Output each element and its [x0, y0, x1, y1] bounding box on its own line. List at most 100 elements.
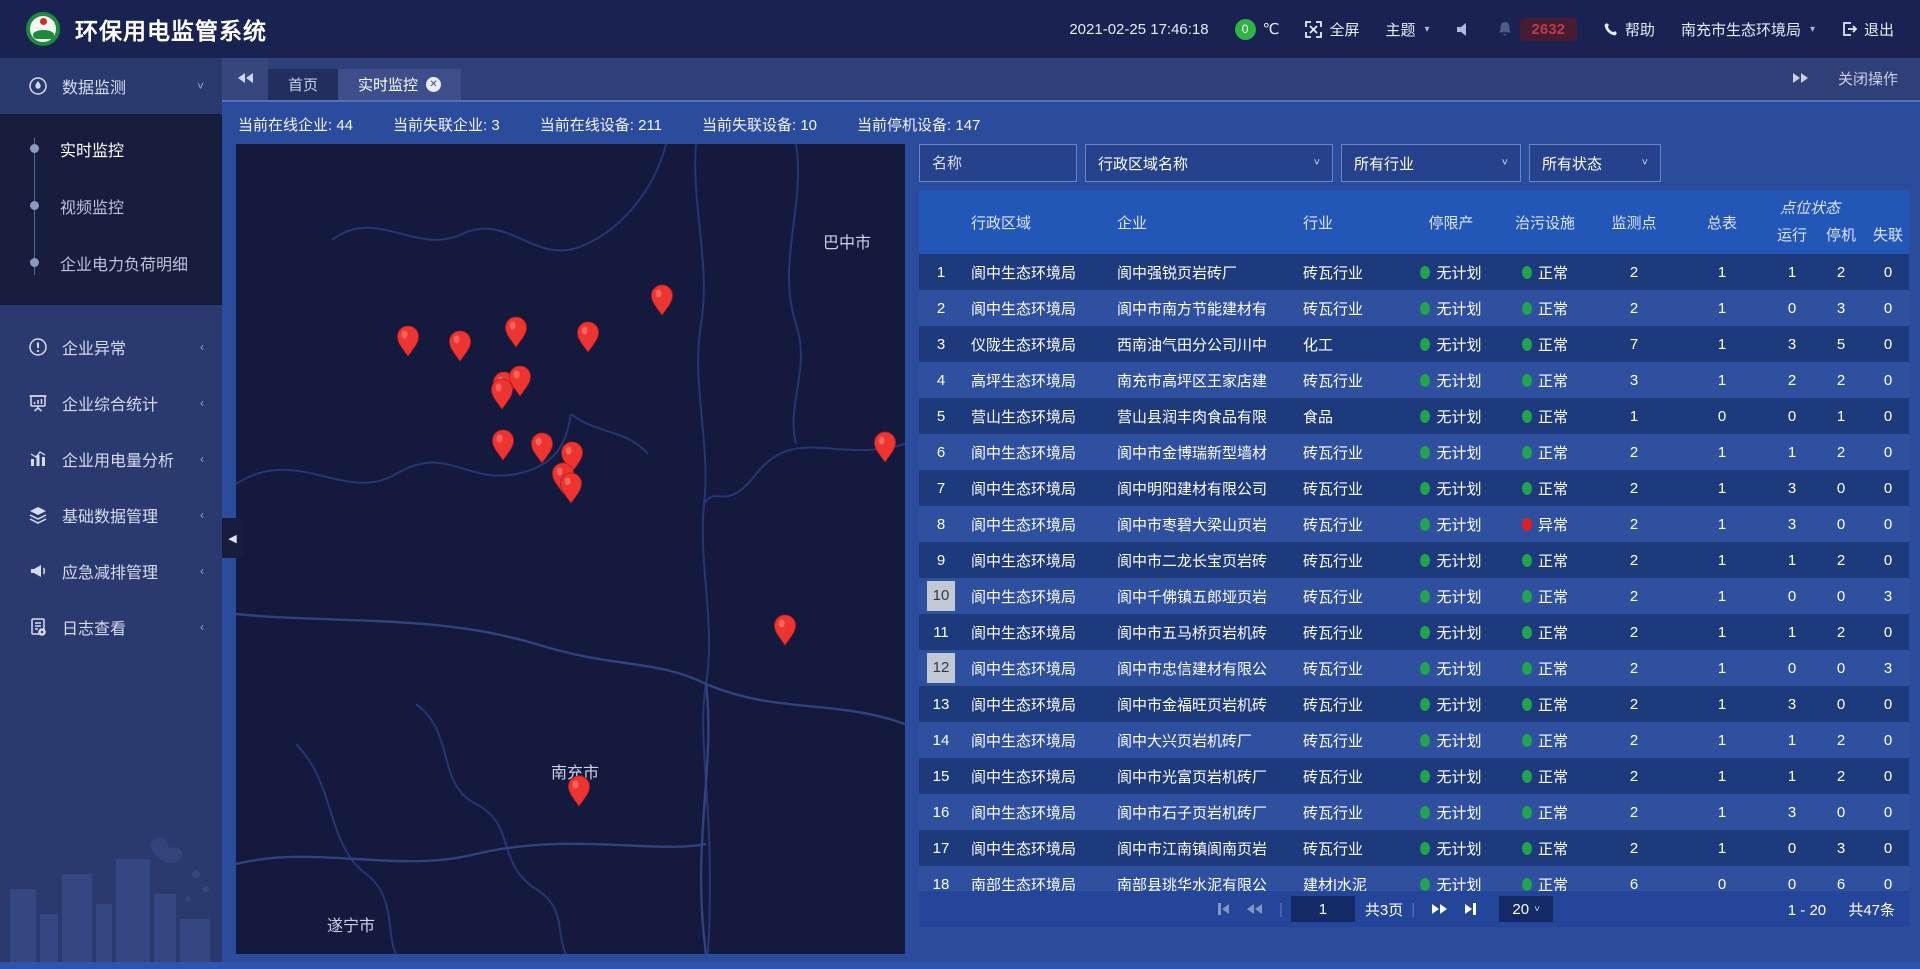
cell-lost: 0: [1865, 614, 1909, 650]
table-row[interactable]: 10阆中生态环境局阆中千佛镇五郎垭页岩砖瓦行业无计划正常21003: [919, 578, 1909, 614]
cell-region: 营山生态环境局: [963, 398, 1109, 434]
industry-filter-select[interactable]: 所有行业˅: [1341, 144, 1521, 182]
cell-stop-production: 无计划: [1403, 434, 1499, 470]
status-filter-select[interactable]: 所有状态˅: [1529, 144, 1661, 182]
sidebar-item-power-load-detail[interactable]: 企业电力负荷明细: [0, 234, 222, 291]
sidebar-item-video-monitoring[interactable]: 视频监控: [0, 177, 222, 234]
cell-pollution-facility: 正常: [1499, 830, 1591, 866]
region-filter-select[interactable]: 行政区域名称˅: [1085, 144, 1333, 182]
sidebar-item-base-data[interactable]: 基础数据管理 ‹: [0, 487, 222, 543]
cell-company: 阆中市石子页岩机砖厂: [1109, 794, 1295, 830]
cell-monitor-points: 7: [1591, 326, 1677, 362]
prev-page-button[interactable]: [1247, 904, 1262, 914]
last-page-button[interactable]: [1465, 903, 1476, 915]
sidebar-item-enterprise-statistics[interactable]: 企业综合统计 ‹: [0, 375, 222, 431]
cell-lost: 0: [1865, 434, 1909, 470]
fullscreen-button[interactable]: 全屏: [1305, 19, 1359, 40]
cell-monitor-points: 2: [1591, 794, 1677, 830]
cell-running: 3: [1767, 686, 1817, 722]
cell-pollution-facility: 正常: [1499, 722, 1591, 758]
map-panel[interactable]: 巴中市南充市遂宁市: [236, 144, 905, 954]
sidebar-item-data-monitoring[interactable]: 数据监测 ˅: [0, 58, 222, 114]
sidebar-item-realtime-monitoring[interactable]: 实时监控: [0, 120, 222, 177]
col-industry: 行业: [1295, 190, 1403, 254]
table-row[interactable]: 18南部生态环境局南部县珧华水泥有限公建材|水泥无计划正常60060: [919, 866, 1909, 891]
cell-stopped: 2: [1817, 434, 1865, 470]
cell-lost: 0: [1865, 866, 1909, 891]
cell-index: 12: [919, 650, 963, 686]
page-size-select[interactable]: 20˅: [1499, 896, 1553, 922]
cell-total-meter: 0: [1677, 866, 1767, 891]
table-row[interactable]: 17阆中生态环境局阆中市江南镇阆南页岩砖瓦行业无计划正常21030: [919, 830, 1909, 866]
table-row[interactable]: 5营山生态环境局营山县润丰肉食品有限食品无计划正常10010: [919, 398, 1909, 434]
table-row[interactable]: 13阆中生态环境局阆中市金福旺页岩机砖砖瓦行业无计划正常21300: [919, 686, 1909, 722]
name-filter-input[interactable]: [919, 144, 1077, 182]
status-dot: [1522, 338, 1532, 351]
sidebar-collapse-handle[interactable]: ◀: [222, 518, 243, 558]
sidebar-item-power-analysis[interactable]: 企业用电量分析 ‹: [0, 431, 222, 487]
cell-stop-production: 无计划: [1403, 542, 1499, 578]
tab-close-icon[interactable]: ✕: [426, 77, 441, 92]
stat-offline-devices: 当前失联设备: 10: [702, 114, 817, 135]
cell-pollution-facility: 正常: [1499, 254, 1591, 290]
first-page-button[interactable]: [1218, 903, 1229, 915]
notification-count-badge: 2632: [1520, 18, 1577, 41]
table-row[interactable]: 12阆中生态环境局阆中市忠信建材有限公砖瓦行业无计划正常21003: [919, 650, 1909, 686]
cell-running: 3: [1767, 794, 1817, 830]
cell-total-meter: 1: [1677, 830, 1767, 866]
cell-company: 西南油气田分公司川中: [1109, 326, 1295, 362]
logout-button[interactable]: 退出: [1841, 19, 1894, 40]
cell-running: 1: [1767, 614, 1817, 650]
map-city-label: 遂宁市: [327, 917, 375, 935]
table-row[interactable]: 4高坪生态环境局南充市高坪区王家店建砖瓦行业无计划正常31220: [919, 362, 1909, 398]
table-row[interactable]: 15阆中生态环境局阆中市光富页岩机砖厂砖瓦行业无计划正常21120: [919, 758, 1909, 794]
notifications[interactable]: 2632: [1497, 18, 1577, 41]
cell-lost: 0: [1865, 506, 1909, 542]
cell-running: 0: [1767, 650, 1817, 686]
cell-region: 阆中生态环境局: [963, 830, 1109, 866]
chevron-down-icon: ˅: [1502, 157, 1508, 169]
cell-stopped: 2: [1817, 362, 1865, 398]
sidebar-item-log-view[interactable]: 日志查看 ‹: [0, 599, 222, 655]
cell-running: 3: [1767, 326, 1817, 362]
help-button[interactable]: 帮助: [1603, 19, 1655, 40]
status-dot: [1420, 338, 1430, 351]
cell-running: 0: [1767, 290, 1817, 326]
table-row[interactable]: 3仪陇生态环境局西南油气田分公司川中化工无计划正常71350: [919, 326, 1909, 362]
table-row[interactable]: 1阆中生态环境局阆中强锐页岩砖厂砖瓦行业无计划正常21120: [919, 254, 1909, 290]
table-row[interactable]: 9阆中生态环境局阆中市二龙长宝页岩砖砖瓦行业无计划正常21120: [919, 542, 1909, 578]
status-dot: [1420, 734, 1430, 747]
tab-home[interactable]: 首页: [268, 69, 338, 100]
tab-realtime-monitoring[interactable]: 实时监控 ✕: [338, 69, 461, 100]
cell-stopped: 0: [1817, 506, 1865, 542]
table-row[interactable]: 2阆中生态环境局阆中市南方节能建材有砖瓦行业无计划正常21030: [919, 290, 1909, 326]
cell-stopped: 0: [1817, 650, 1865, 686]
mute-button[interactable]: [1456, 22, 1471, 37]
table-row[interactable]: 7阆中生态环境局阆中明阳建材有限公司砖瓦行业无计划正常21300: [919, 470, 1909, 506]
table-row[interactable]: 6阆中生态环境局阆中市金博瑞新型墙材砖瓦行业无计划正常21120: [919, 434, 1909, 470]
sidebar-item-enterprise-abnormal[interactable]: 企业异常 ‹: [0, 319, 222, 375]
sidebar-item-emergency-reduction[interactable]: 应急减排管理 ‹: [0, 543, 222, 599]
page-number-input[interactable]: [1291, 896, 1355, 922]
org-dropdown[interactable]: 南充市生态环境局▾: [1681, 19, 1815, 40]
table-row[interactable]: 8阆中生态环境局阆中市枣碧大梁山页岩砖瓦行业无计划异常21300: [919, 506, 1909, 542]
chevron-down-icon: ˅: [1642, 157, 1648, 169]
table-row[interactable]: 16阆中生态环境局阆中市石子页岩机砖厂砖瓦行业无计划正常21300: [919, 794, 1909, 830]
cell-industry: 砖瓦行业: [1295, 290, 1403, 326]
cell-stop-production: 无计划: [1403, 326, 1499, 362]
theme-dropdown[interactable]: 主题▾: [1386, 19, 1430, 40]
tabs-scroll-left-button[interactable]: [222, 56, 268, 100]
cell-running: 0: [1767, 398, 1817, 434]
cell-pollution-facility: 正常: [1499, 578, 1591, 614]
close-operations-dropdown[interactable]: 关闭操作: [1838, 68, 1898, 89]
table-row[interactable]: 14阆中生态环境局阆中大兴页岩机砖厂砖瓦行业无计划正常21120: [919, 722, 1909, 758]
cell-running: 0: [1767, 830, 1817, 866]
status-dot: [1420, 302, 1430, 315]
status-dot: [1420, 878, 1430, 891]
cell-stopped: 6: [1817, 866, 1865, 891]
cell-stopped: 0: [1817, 578, 1865, 614]
table-row[interactable]: 11阆中生态环境局阆中市五马桥页岩机砖砖瓦行业无计划正常21120: [919, 614, 1909, 650]
layers-icon: [28, 505, 48, 525]
tabs-scroll-right-button[interactable]: [1793, 73, 1808, 83]
next-page-button[interactable]: [1432, 904, 1447, 914]
